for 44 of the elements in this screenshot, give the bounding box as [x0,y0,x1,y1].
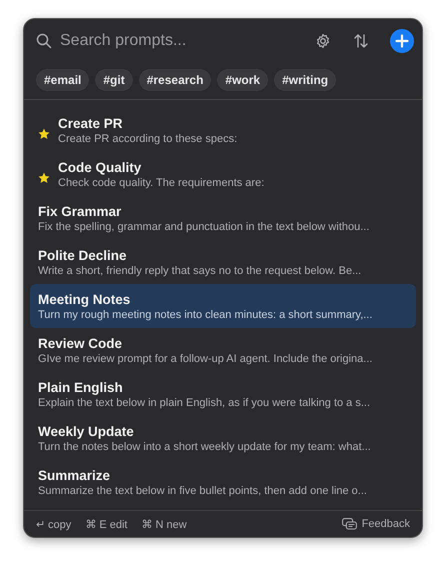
prompt-item[interactable]: Code Quality Check code quality. The requirements are: [30,152,416,196]
prompt-preview: Turn the notes below into a short weekly update for my team: what... [38,440,371,452]
prompt-preview: GIve me review prompt for a follow-up AI agent. Include the origina... [38,352,372,364]
tag-chip[interactable]: #git [95,69,133,91]
prompt-preview: Check code quality. The requirements are: [58,176,264,188]
prompt-item[interactable]: Weekly Update Turn the notes below into a short weekly update for my team: what... [30,416,416,460]
prompt-title: Summarize [38,468,112,482]
prompt-title: Create PR [58,116,124,130]
prompt-preview: Turn my rough meeting notes into clean minutes: a short summary,... [38,308,372,320]
prompt-item[interactable]: Create PR Create PR according to these specs: [30,108,416,152]
settings-icon[interactable] [315,33,331,49]
prompt-preview: Explain the text below in plain English, as if you were talking to a s... [38,396,370,408]
tag-chip[interactable]: #research [138,69,212,91]
prompt-preview: Summarize the text below in five bullet points, then add one line o... [38,484,367,496]
tag-chip[interactable]: #writing [274,69,336,91]
feedback-button[interactable]: Feedback [342,518,410,530]
prompt-item[interactable]: Meeting Notes Turn my rough meeting notes into clean minutes: a short summary,... [30,284,416,328]
tag-chip[interactable]: #email [36,69,90,91]
tag-chip[interactable]: #work [217,69,268,91]
prompt-title: Polite Decline [38,248,128,262]
prompt-title: Plain English [38,380,124,394]
prompt-preview: Write a short, friendly reply that says no to the request below. Be... [38,264,362,276]
prompt-preview: Create PR according to these specs: [58,132,238,144]
shortcut-hint: ⌘ N new [141,518,187,530]
prompt-title: Fix Grammar [38,204,122,218]
prompt-title: Code Quality [58,160,142,174]
sort-icon[interactable] [353,33,369,49]
prompt-title: Meeting Notes [38,292,132,306]
star-icon [38,128,50,140]
shortcut-hint: ↵ copy [36,518,72,530]
prompt-item[interactable]: Summarize Summarize the text below in five bullet points, then add one line o... [30,460,416,504]
prompt-item[interactable]: Fix Grammar Fix the spelling, grammar and punctuation in the text below withou... [30,196,416,240]
shortcut-hint: ⌘ E edit [85,518,128,530]
prompt-item[interactable]: Review Code GIve me review prompt for a follow-up AI agent. Include the origina... [30,328,416,372]
add-button[interactable] [390,29,414,53]
search-icon [36,33,52,49]
prompt-title: Weekly Update [38,424,135,438]
search-field[interactable]: Search prompts... [60,32,300,50]
star-icon [38,172,50,184]
prompt-title: Review Code [38,336,124,350]
feedback-icon [342,518,357,530]
prompt-item[interactable]: Plain English Explain the text below in plain English, as if you were talking to a s... [30,372,416,416]
prompt-item[interactable]: Polite Decline Write a short, friendly reply that says no to the request below. Be... [30,240,416,284]
prompt-preview: Fix the spelling, grammar and punctuation in the text below withou... [38,220,370,232]
